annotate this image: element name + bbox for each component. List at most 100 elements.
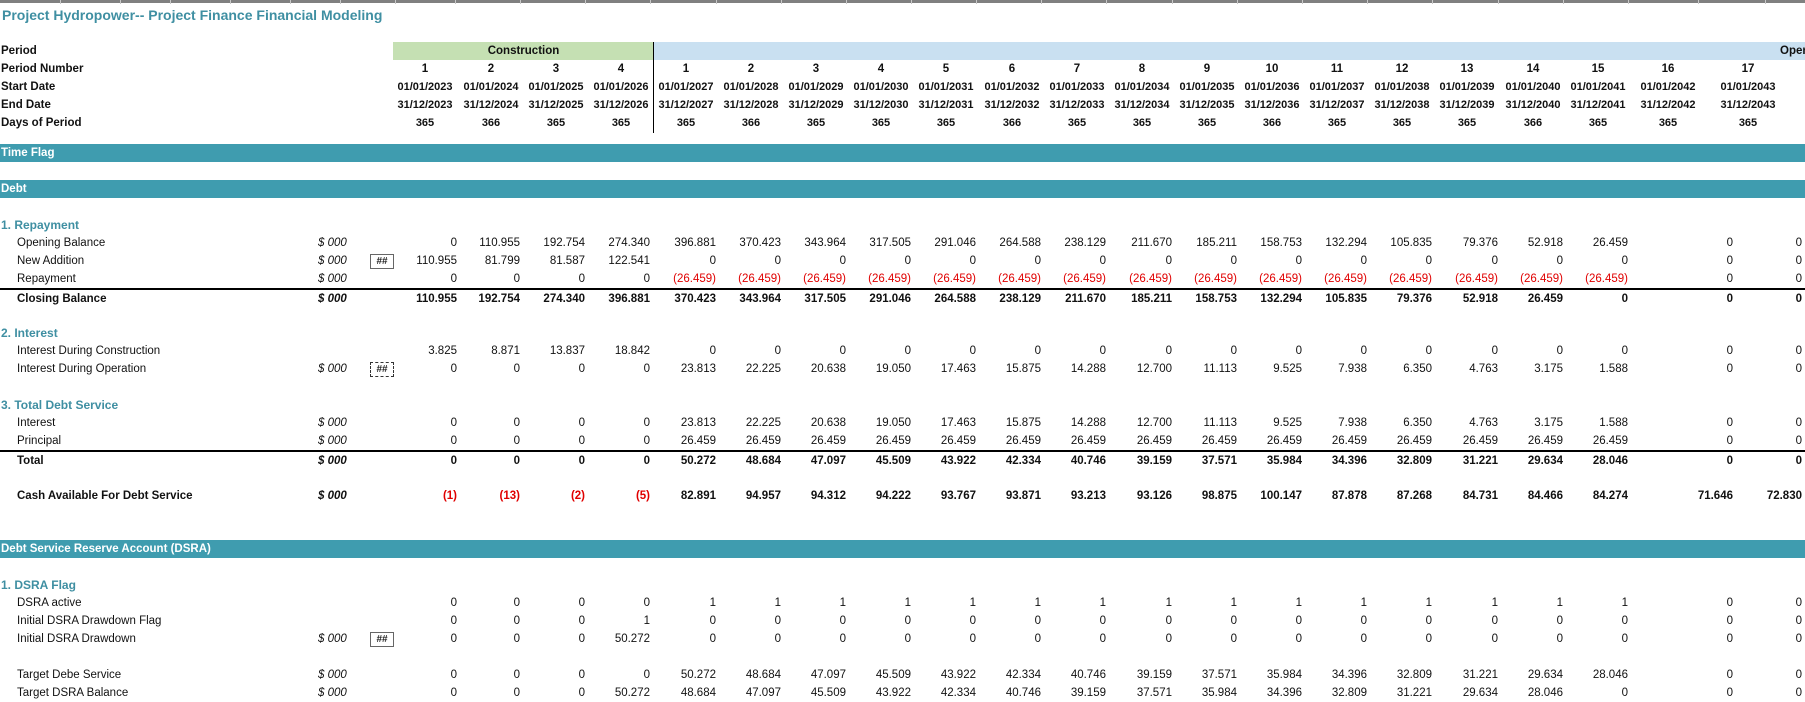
cell[interactable]: 0 xyxy=(1370,252,1432,270)
cell[interactable]: 0 xyxy=(395,612,457,630)
cell[interactable]: 132.294 xyxy=(1240,290,1302,308)
cell[interactable]: 45.509 xyxy=(849,452,911,470)
cell[interactable]: 365 xyxy=(524,114,588,132)
cell[interactable]: 5 xyxy=(914,60,978,78)
cell[interactable]: 0 xyxy=(458,612,520,630)
cell[interactable]: 23.813 xyxy=(654,414,716,432)
cell[interactable]: 8 xyxy=(1110,60,1174,78)
cell[interactable]: 28.046 xyxy=(1566,666,1628,684)
cell[interactable]: 1 xyxy=(1044,594,1106,612)
cell[interactable]: 0 xyxy=(395,270,457,288)
cell[interactable]: 34.396 xyxy=(1305,452,1367,470)
cell[interactable]: 31/12/2036 xyxy=(1240,96,1304,114)
cell[interactable]: 84.274 xyxy=(1566,487,1628,505)
cell[interactable]: 94.312 xyxy=(784,487,846,505)
cell[interactable]: 4 xyxy=(589,60,653,78)
cell[interactable]: 0 xyxy=(458,684,520,702)
cell[interactable]: 1 xyxy=(914,594,976,612)
closing-balance-row[interactable]: Closing Balance $ 000 110.955 192.754 274.… xyxy=(0,290,1805,308)
cell[interactable]: 365 xyxy=(1435,114,1499,132)
cell[interactable]: 26.459 xyxy=(1240,432,1302,450)
cell[interactable]: 0 xyxy=(395,666,457,684)
cell[interactable]: 0 xyxy=(395,234,457,252)
cell[interactable]: 1 xyxy=(719,594,781,612)
cell[interactable]: 0 xyxy=(458,414,520,432)
cell[interactable]: 0 xyxy=(1740,452,1802,470)
cell[interactable]: 15.875 xyxy=(979,414,1041,432)
selected-overflow-cell[interactable]: ## xyxy=(370,362,394,377)
cell[interactable]: 365 xyxy=(1175,114,1239,132)
cell[interactable]: (26.459) xyxy=(1436,270,1498,288)
cell[interactable]: 0 xyxy=(1436,342,1498,360)
cell[interactable]: 0 xyxy=(1740,270,1802,288)
cell[interactable]: 12 xyxy=(1370,60,1434,78)
dsra-band[interactable]: Debt Service Reserve Account (DSRA) xyxy=(0,540,1805,558)
cell[interactable]: 93.213 xyxy=(1044,487,1106,505)
target-debt-service-row[interactable]: Target Debe Service $ 000 0 0 0 0 50.272 48.6… xyxy=(0,666,1805,684)
cell[interactable]: 42.334 xyxy=(914,684,976,702)
cell[interactable]: 01/01/2028 xyxy=(719,78,783,96)
cell[interactable]: 39.159 xyxy=(1110,666,1172,684)
cell[interactable]: 110.955 xyxy=(458,234,520,252)
cell[interactable]: 7.938 xyxy=(1305,414,1367,432)
cell[interactable]: 0 xyxy=(1175,630,1237,648)
cell[interactable]: 370.423 xyxy=(654,290,716,308)
cell[interactable]: 0 xyxy=(588,452,650,470)
cell[interactable]: 19.050 xyxy=(849,414,911,432)
cell[interactable]: 28.046 xyxy=(1501,684,1563,702)
cell[interactable]: 3 xyxy=(524,60,588,78)
cell[interactable]: 396.881 xyxy=(654,234,716,252)
cell[interactable]: 0 xyxy=(1370,630,1432,648)
cell[interactable]: 0 xyxy=(588,594,650,612)
cell[interactable]: 0 xyxy=(588,270,650,288)
cell[interactable]: 31/12/2031 xyxy=(914,96,978,114)
cell[interactable]: 0 xyxy=(1671,290,1733,308)
cell[interactable]: 0 xyxy=(523,666,585,684)
cell[interactable]: 0 xyxy=(784,342,846,360)
cell[interactable]: 158.753 xyxy=(1175,290,1237,308)
cell[interactable]: 0 xyxy=(1436,612,1498,630)
cell[interactable]: 26.459 xyxy=(1044,432,1106,450)
cell[interactable]: 0 xyxy=(1501,342,1563,360)
cell[interactable]: 1 xyxy=(1240,594,1302,612)
cell[interactable]: 0 xyxy=(1566,612,1628,630)
cell[interactable]: (26.459) xyxy=(1044,270,1106,288)
cell[interactable]: 0 xyxy=(1501,630,1563,648)
cell[interactable]: 0 xyxy=(914,612,976,630)
cell[interactable]: 71.646 xyxy=(1671,487,1733,505)
cell[interactable]: 0 xyxy=(588,666,650,684)
cell[interactable]: 82.891 xyxy=(654,487,716,505)
cell[interactable]: 31/12/2038 xyxy=(1370,96,1434,114)
cell[interactable]: 48.684 xyxy=(654,684,716,702)
cell[interactable]: 84.466 xyxy=(1501,487,1563,505)
cell[interactable]: (5) xyxy=(588,487,650,505)
cell[interactable]: 39.159 xyxy=(1044,684,1106,702)
cell[interactable]: 0 xyxy=(1671,252,1733,270)
cell[interactable]: 01/01/2034 xyxy=(1110,78,1174,96)
cell[interactable]: (26.459) xyxy=(654,270,716,288)
cell[interactable]: 31/12/2034 xyxy=(1110,96,1174,114)
initial-dsra-flag-row[interactable]: Initial DSRA Drawdown Flag 0001000000000… xyxy=(0,612,1805,630)
cell[interactable]: 45.509 xyxy=(784,684,846,702)
cell[interactable]: 105.835 xyxy=(1305,290,1367,308)
cell[interactable]: 1 xyxy=(1566,594,1628,612)
cell[interactable]: 0 xyxy=(458,270,520,288)
cell[interactable]: 17.463 xyxy=(914,414,976,432)
cell[interactable]: 365 xyxy=(1716,114,1780,132)
cell[interactable]: 0 xyxy=(1740,360,1802,378)
cell[interactable]: 87.268 xyxy=(1370,487,1432,505)
cell[interactable]: 0 xyxy=(914,630,976,648)
cell[interactable]: 31.221 xyxy=(1370,684,1432,702)
cell[interactable]: 0 xyxy=(979,252,1041,270)
cell[interactable]: 0 xyxy=(458,666,520,684)
cell[interactable]: 01/01/2024 xyxy=(459,78,523,96)
cell[interactable]: 1 xyxy=(1175,594,1237,612)
cell[interactable]: 0 xyxy=(784,630,846,648)
cell[interactable]: 37.571 xyxy=(1110,684,1172,702)
cell[interactable]: 39.159 xyxy=(1110,452,1172,470)
cell[interactable]: 238.129 xyxy=(979,290,1041,308)
idc-row[interactable]: Interest During Construction 3.825 8.871 1… xyxy=(0,342,1805,360)
cell[interactable]: 0 xyxy=(1566,342,1628,360)
cell[interactable]: 0 xyxy=(1305,252,1367,270)
cell[interactable]: 31/12/2026 xyxy=(589,96,653,114)
